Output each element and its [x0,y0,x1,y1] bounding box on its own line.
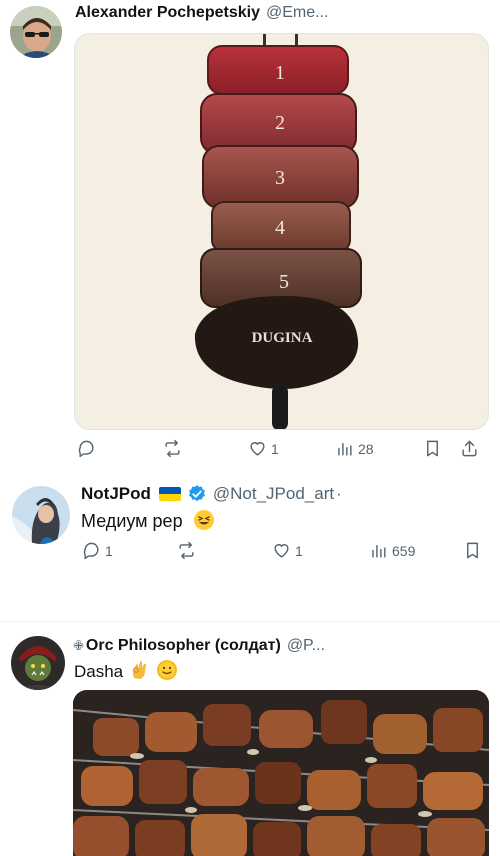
retweet-button[interactable] [177,541,196,560]
tweet-text: Dasha [74,660,177,682]
tweet-text-content: Медиум рер [81,511,183,531]
avatar-image [11,636,65,690]
slice-number-2: 2 [275,112,285,134]
avatar[interactable] [11,636,65,690]
author-name[interactable]: NotJPod [81,484,151,504]
avatar[interactable] [12,486,70,544]
retweet-icon [165,439,180,458]
author-handle[interactable]: @P... [287,637,325,655]
separator-dot: · [336,484,342,503]
ok-hand-emoji [130,660,148,680]
verified-badge-icon [188,485,205,502]
views-count: 659 [392,542,416,559]
tweet-header: ✙ Orc Philosopher (солдат) @P... [73,637,325,655]
retweet-icon [179,541,194,560]
slice-number-5: 5 [279,271,289,293]
like-count: 1 [295,542,303,559]
reply-count: 1 [105,542,113,559]
bookmark-icon [467,542,478,559]
views-count: 28 [358,440,374,457]
avatar-image [10,6,62,58]
tweet-header: NotJPod @Not_JPod_art · [81,484,342,504]
like-button[interactable]: 1 [248,439,279,458]
views-button[interactable]: 659 [369,541,415,560]
reply-icon [78,440,94,458]
steak-skewer-image: 1 2 3 4 5 DUGINA [194,34,362,429]
avatar-image [12,486,70,544]
reply-button[interactable]: 1 [82,541,113,560]
cross-symbol: ✙ [73,638,84,653]
grilled-meat-image [73,690,489,856]
reply-icon [83,542,99,560]
tweet-1: Alexander Pochepetskiy @Eme... 1 2 3 4 5… [0,0,500,470]
author-handle[interactable]: @Not_JPod_art [213,484,334,504]
image-label: DUGINA [252,330,313,346]
slice-number-3: 3 [275,167,285,189]
bookmark-button[interactable] [463,541,482,560]
slice-number-1: 1 [275,62,285,84]
tweet-image[interactable]: 1 2 3 4 5 DUGINA [74,33,489,430]
views-icon [372,545,386,558]
tweet-actions: 1 28 [0,439,500,461]
like-icon [250,442,265,456]
retweet-button[interactable] [163,439,182,458]
tweet-header: Alexander Pochepetskiy @Eme... [75,4,328,22]
like-button[interactable]: 1 [272,541,303,560]
bookmark-icon [427,440,438,457]
slice-number-4: 4 [275,217,285,239]
share-icon [462,440,477,457]
author-name[interactable]: Alexander Pochepetskiy [75,4,260,22]
views-icon [338,443,352,456]
share-button[interactable] [460,439,479,458]
tweet-text: Медиум рер [81,510,214,532]
like-count: 1 [271,440,279,457]
reply-button[interactable] [77,439,100,458]
smiling-face-emoji [156,660,177,680]
tweet-actions: 1 1 659 [0,541,500,563]
tweet-2: NotJPod @Not_JPod_art · Медиум рер 1 1 6… [0,470,500,620]
like-icon [274,544,289,558]
bookmark-button[interactable] [423,439,442,458]
tweet-3: ✙ Orc Philosopher (солдат) @P... Dasha [0,622,500,856]
laughing-emoji [193,510,214,530]
author-name[interactable]: Orc Philosopher (солдат) [86,637,281,655]
ukraine-flag-icon [158,487,181,501]
author-handle[interactable]: @Eme... [266,4,328,22]
views-button[interactable]: 28 [335,439,374,458]
tweet-image[interactable] [73,690,489,856]
tweet-text-content: Dasha [74,662,124,681]
avatar[interactable] [10,6,62,58]
